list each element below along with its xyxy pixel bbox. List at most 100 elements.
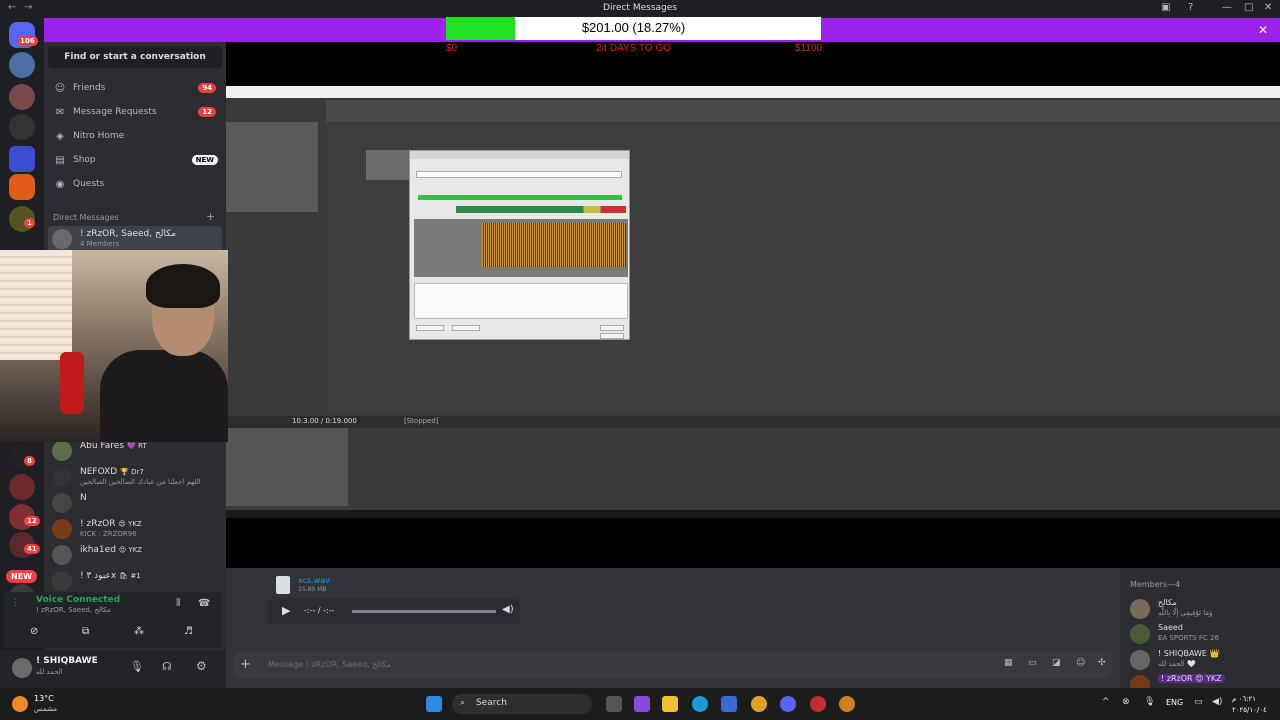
apps-icon[interactable]: ✣ [1098, 658, 1106, 668]
chat-area: xcs.wav 15.80 MB ▶ -:-- / -:-- ◀) + Mess… [226, 568, 1120, 688]
tray-chevron-icon[interactable]: ^ [1102, 697, 1110, 707]
server-icon[interactable] [9, 114, 35, 140]
language-indicator[interactable]: ENG [1166, 698, 1183, 707]
window-title: Direct Messages [603, 3, 677, 13]
goal-days-label: 24 DAYS TO GO [596, 43, 672, 54]
task-view-icon[interactable] [606, 696, 622, 712]
headset-icon[interactable]: ☊ [162, 660, 172, 673]
video-icon[interactable]: ⊘ [30, 626, 38, 637]
server-icon[interactable] [9, 474, 35, 500]
member-item[interactable]: ! SHIQBAWE 👑 الحمد لله 🤍 [1130, 649, 1280, 671]
folder-icon[interactable] [9, 146, 35, 172]
dialog-button[interactable] [452, 325, 480, 331]
mic-icon[interactable]: 🎙 [1144, 697, 1155, 707]
screen-share-icon[interactable]: ⧉ [82, 626, 89, 637]
dm-name: ! عبود ٣x 🛍 #1 [80, 571, 141, 581]
level-meter [456, 206, 626, 213]
nav-shop[interactable]: ▤ Shop NEW [48, 150, 222, 172]
maximize-icon[interactable]: □ [1244, 2, 1253, 13]
server-icon[interactable] [9, 52, 35, 78]
dialog-button[interactable] [416, 325, 444, 331]
nav-quests[interactable]: ◉ Quests [48, 174, 222, 196]
person-body [100, 350, 228, 442]
avatar[interactable] [12, 658, 32, 678]
display-icon[interactable]: ▭ [1194, 697, 1203, 707]
server-icon[interactable] [9, 84, 35, 110]
file-name[interactable]: xcs.wav [298, 576, 330, 585]
discord-icon[interactable] [780, 696, 796, 712]
nav-friends[interactable]: ☺ Friends 94 [48, 78, 222, 100]
nav-message-requests[interactable]: ✉ Message Requests 12 [48, 102, 222, 124]
settings-gear-icon[interactable]: ⚙ [196, 659, 207, 673]
close-overlay-icon[interactable]: ✕ [1258, 23, 1268, 37]
dm-item[interactable]: NEFOXD 🏆 Dr7 اللهم اجعلنا من عبادك الصالح… [48, 464, 222, 490]
nav-label: Friends [73, 83, 106, 93]
dm-item[interactable]: ! zRzOR, Saeed, مكالح 4 Members [48, 226, 222, 252]
dm-item[interactable]: ! zRzOR 😍 YKZ KICK : ZRZOR96 [48, 516, 222, 542]
start-icon[interactable] [426, 696, 442, 712]
weather-icon[interactable] [12, 696, 28, 712]
microphone [60, 352, 84, 414]
taskbar-search[interactable]: ⌕ Search [452, 694, 592, 714]
nav-nitro-home[interactable]: ◈ Nitro Home [48, 126, 222, 148]
message-input[interactable]: + Message ! zRzOR, Saeed, مكالح ▦ ▭ ◪ ☺ … [234, 652, 1112, 678]
edge-icon[interactable] [692, 696, 708, 712]
dm-name: Abu Fares 💜 RT [80, 441, 147, 451]
network-icon[interactable]: ⊗ [1122, 697, 1130, 707]
store-icon[interactable] [721, 696, 737, 712]
create-dm-icon[interactable]: + [206, 210, 215, 223]
dm-name: N [80, 493, 87, 503]
shop-icon: ▤ [55, 155, 65, 166]
app-icon[interactable] [634, 696, 650, 712]
chrome-icon[interactable] [751, 696, 767, 712]
audio-seek[interactable] [352, 610, 496, 613]
nav-label: Nitro Home [73, 131, 125, 141]
member-item[interactable]: Saeed EA SPORTS FC 26 [1130, 623, 1280, 645]
file-size: 15.80 MB [298, 586, 327, 593]
render-progress [418, 195, 622, 200]
noise-icon[interactable]: ⦀ [176, 598, 180, 609]
app-icon[interactable] [810, 696, 826, 712]
server-badge: 1 [24, 218, 35, 228]
avatar [52, 571, 72, 591]
soundboard-icon[interactable]: ♬ [184, 626, 193, 637]
volume-icon[interactable]: ◀) [1212, 697, 1222, 707]
gif-icon[interactable]: ▭ [1028, 658, 1037, 668]
close-window-icon[interactable]: ✕ [1264, 2, 1272, 13]
screen: ← → Direct Messages ▣ ? — □ ✕ 106 1 8 12… [0, 0, 1280, 720]
inbox-icon[interactable]: ▣ [1161, 2, 1170, 13]
windows-taskbar: 13°C مشمس ⌕ Search ^ ⊗ 🎙 ENG ▭ ◀) ٠٦:٢١ … [0, 688, 1280, 720]
member-item[interactable]: مكالح وَمَا تَوْفِيقِي إِلَّا بِاللَّهِ [1130, 598, 1280, 620]
help-icon[interactable]: ? [1188, 2, 1193, 13]
weather-text: مشمس [34, 705, 57, 713]
clock-date[interactable]: ٢٠٢٥/١٠/٠٤ [1232, 706, 1267, 714]
volume-icon[interactable]: ◀) [502, 604, 514, 615]
play-icon[interactable]: ▶ [282, 604, 290, 617]
dm-item[interactable]: ! عبود ٣x 🛍 #1 [48, 568, 222, 594]
add-attachment-icon[interactable]: + [240, 657, 251, 672]
clock-time[interactable]: ٠٦:٢١ م [1232, 695, 1256, 703]
dialog-button[interactable] [600, 325, 624, 331]
disconnect-icon[interactable]: ☎ [198, 598, 210, 609]
server-icon[interactable] [9, 174, 35, 200]
dialog-button[interactable] [600, 333, 624, 339]
signal-icon[interactable]: ⫶ [14, 598, 17, 609]
voice-panel: ⫶ Voice Connected ! zRzOR, Saeed, مكالح … [4, 592, 222, 648]
chrome-icon[interactable] [839, 696, 855, 712]
emoji-icon[interactable]: ☺ [1076, 658, 1085, 668]
member-sub: EA SPORTS FC 26 [1158, 634, 1219, 642]
dm-item[interactable]: N [48, 490, 222, 516]
file-explorer-icon[interactable] [662, 696, 678, 712]
dm-item[interactable]: ikha1ed 😍 YKZ [48, 542, 222, 568]
activities-icon[interactable]: ⁂ [134, 626, 144, 637]
file-icon [276, 576, 290, 594]
member-name: مكالح [1158, 598, 1177, 607]
user-status: الحمد لله [36, 668, 63, 676]
search-icon: ⌕ [460, 698, 466, 708]
search-input[interactable]: Find or start a conversation [48, 46, 222, 68]
sticker-icon[interactable]: ◪ [1052, 658, 1061, 668]
gift-icon[interactable]: ▦ [1004, 658, 1013, 668]
voice-channel[interactable]: ! zRzOR, Saeed, مكالح [36, 606, 111, 614]
minimize-icon[interactable]: — [1222, 2, 1232, 13]
mic-icon[interactable]: 🎙 [130, 660, 144, 673]
